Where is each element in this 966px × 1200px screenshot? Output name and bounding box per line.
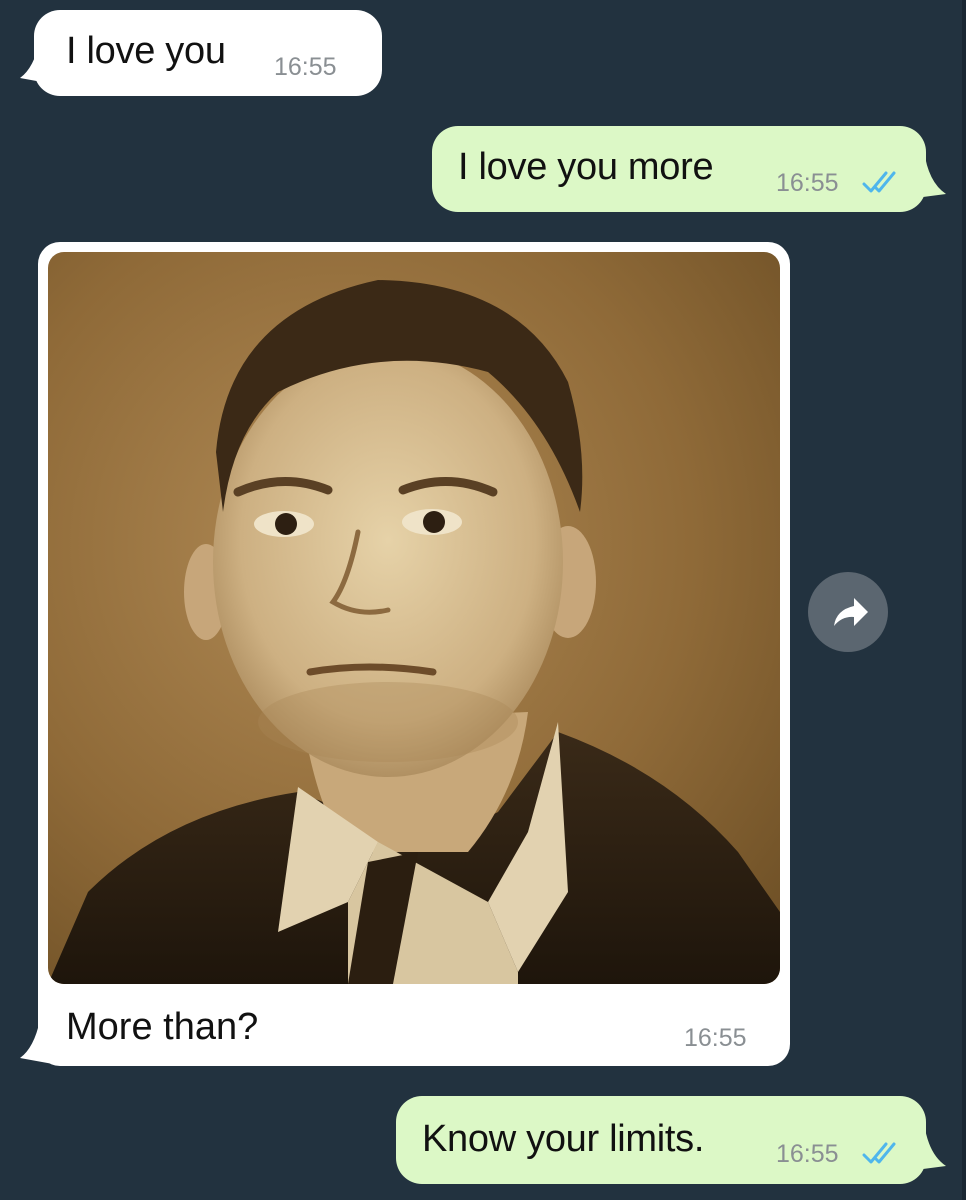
message-text: I love you more <box>458 146 714 188</box>
forward-button[interactable] <box>808 572 888 652</box>
message-time: 16:55 <box>684 1024 747 1052</box>
forward-arrow-icon <box>834 598 868 626</box>
message-text: I love you <box>66 30 226 72</box>
scrollbar-track <box>962 0 966 1200</box>
message-text: Know your limits. <box>422 1118 705 1160</box>
message-time: 16:55 <box>776 169 839 197</box>
sepia-portrait-image <box>48 252 780 984</box>
message-time: 16:55 <box>274 53 337 81</box>
double-check-icon <box>862 1142 896 1164</box>
image-caption: More than? <box>66 1006 259 1048</box>
message-time: 16:55 <box>776 1140 839 1168</box>
double-check-icon <box>862 171 896 193</box>
photo-attachment[interactable] <box>48 252 780 984</box>
